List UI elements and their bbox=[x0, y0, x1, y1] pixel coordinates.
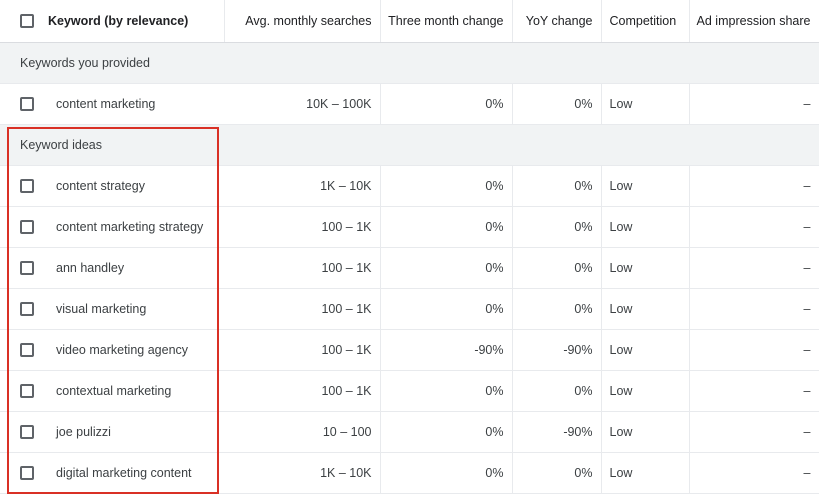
yoy-cell: 0% bbox=[512, 452, 602, 494]
yoy-cell: 0% bbox=[512, 247, 602, 289]
table-row[interactable]: visual marketing 100 – 1K 0% 0% Low – bbox=[0, 288, 819, 330]
section-ideas: Keyword ideas bbox=[0, 124, 819, 166]
keyword-cell: content marketing strategy bbox=[48, 206, 224, 248]
searches-cell: 100 – 1K bbox=[224, 329, 381, 371]
row-checkbox[interactable] bbox=[20, 179, 34, 193]
searches-cell: 100 – 1K bbox=[224, 288, 381, 330]
competition-cell: Low bbox=[601, 370, 690, 412]
row-checkbox[interactable] bbox=[20, 302, 34, 316]
searches-cell: 1K – 10K bbox=[224, 165, 381, 207]
searches-cell: 1K – 10K bbox=[224, 452, 381, 494]
searches-cell: 100 – 1K bbox=[224, 247, 381, 289]
competition-cell: Low bbox=[601, 165, 690, 207]
keyword-cell: video marketing agency bbox=[48, 329, 224, 371]
section-label-provided: Keywords you provided bbox=[0, 42, 819, 84]
competition-cell: Low bbox=[601, 206, 690, 248]
column-header-keyword[interactable]: Keyword (by relevance) bbox=[48, 0, 225, 43]
yoy-cell: -90% bbox=[512, 329, 602, 371]
impression-share-cell: – bbox=[689, 411, 819, 453]
keyword-cell: content strategy bbox=[48, 165, 224, 207]
three-month-cell: 0% bbox=[380, 206, 513, 248]
impression-share-cell: – bbox=[689, 247, 819, 289]
section-provided: Keywords you provided bbox=[0, 42, 819, 84]
yoy-cell: 0% bbox=[512, 83, 602, 125]
keyword-table: Keyword (by relevance) Avg. monthly sear… bbox=[0, 0, 819, 494]
yoy-cell: -90% bbox=[512, 411, 602, 453]
three-month-cell: 0% bbox=[380, 247, 513, 289]
searches-cell: 100 – 1K bbox=[224, 370, 381, 412]
column-header-searches[interactable]: Avg. monthly searches bbox=[224, 0, 381, 43]
impression-share-cell: – bbox=[689, 165, 819, 207]
column-header-competition[interactable]: Competition bbox=[601, 0, 690, 43]
table-row[interactable]: joe pulizzi 10 – 100 0% -90% Low – bbox=[0, 411, 819, 453]
column-header-yoy[interactable]: YoY change bbox=[512, 0, 602, 43]
competition-cell: Low bbox=[601, 288, 690, 330]
table-row[interactable]: digital marketing content 1K – 10K 0% 0% Low… bbox=[0, 452, 819, 494]
three-month-cell: 0% bbox=[380, 288, 513, 330]
select-all-checkbox[interactable] bbox=[20, 14, 34, 28]
competition-cell: Low bbox=[601, 411, 690, 453]
three-month-cell: 0% bbox=[380, 452, 513, 494]
row-checkbox[interactable] bbox=[20, 466, 34, 480]
keyword-cell: visual marketing bbox=[48, 288, 224, 330]
three-month-cell: 0% bbox=[380, 165, 513, 207]
competition-cell: Low bbox=[601, 329, 690, 371]
impression-share-cell: – bbox=[689, 452, 819, 494]
impression-share-cell: – bbox=[689, 370, 819, 412]
row-checkbox[interactable] bbox=[20, 97, 34, 111]
keyword-cell: digital marketing content bbox=[48, 452, 224, 494]
row-checkbox[interactable] bbox=[20, 261, 34, 275]
table-row[interactable]: content marketing 10K – 100K 0% 0% Low – bbox=[0, 83, 819, 125]
yoy-cell: 0% bbox=[512, 370, 602, 412]
searches-cell: 100 – 1K bbox=[224, 206, 381, 248]
table-header: Keyword (by relevance) Avg. monthly sear… bbox=[0, 0, 819, 43]
table-row[interactable]: ann handley 100 – 1K 0% 0% Low – bbox=[0, 247, 819, 289]
yoy-cell: 0% bbox=[512, 206, 602, 248]
impression-share-cell: – bbox=[689, 206, 819, 248]
three-month-cell: 0% bbox=[380, 83, 513, 125]
competition-cell: Low bbox=[601, 452, 690, 494]
column-header-three-month[interactable]: Three month change bbox=[380, 0, 513, 43]
keyword-cell: ann handley bbox=[48, 247, 224, 289]
table-row[interactable]: contextual marketing 100 – 1K 0% 0% Low – bbox=[0, 370, 819, 412]
row-checkbox[interactable] bbox=[20, 343, 34, 357]
impression-share-cell: – bbox=[689, 329, 819, 371]
competition-cell: Low bbox=[601, 247, 690, 289]
impression-share-cell: – bbox=[689, 83, 819, 125]
three-month-cell: -90% bbox=[380, 329, 513, 371]
row-checkbox[interactable] bbox=[20, 384, 34, 398]
three-month-cell: 0% bbox=[380, 370, 513, 412]
searches-cell: 10K – 100K bbox=[224, 83, 381, 125]
table-row[interactable]: video marketing agency 100 – 1K -90% -90% Lo… bbox=[0, 329, 819, 371]
three-month-cell: 0% bbox=[380, 411, 513, 453]
row-checkbox[interactable] bbox=[20, 220, 34, 234]
yoy-cell: 0% bbox=[512, 288, 602, 330]
keyword-cell: contextual marketing bbox=[48, 370, 224, 412]
keyword-cell: content marketing bbox=[48, 83, 224, 125]
competition-cell: Low bbox=[601, 83, 690, 125]
keyword-cell: joe pulizzi bbox=[48, 411, 224, 453]
row-checkbox[interactable] bbox=[20, 425, 34, 439]
select-all-checkbox-cell[interactable] bbox=[0, 0, 48, 43]
table-row[interactable]: content marketing strategy 100 – 1K 0% 0% Lo… bbox=[0, 206, 819, 248]
yoy-cell: 0% bbox=[512, 165, 602, 207]
searches-cell: 10 – 100 bbox=[224, 411, 381, 453]
table-row[interactable]: content strategy 1K – 10K 0% 0% Low – bbox=[0, 165, 819, 207]
section-label-ideas: Keyword ideas bbox=[0, 124, 819, 166]
impression-share-cell: – bbox=[689, 288, 819, 330]
column-header-impression-share[interactable]: Ad impression share bbox=[689, 0, 819, 43]
